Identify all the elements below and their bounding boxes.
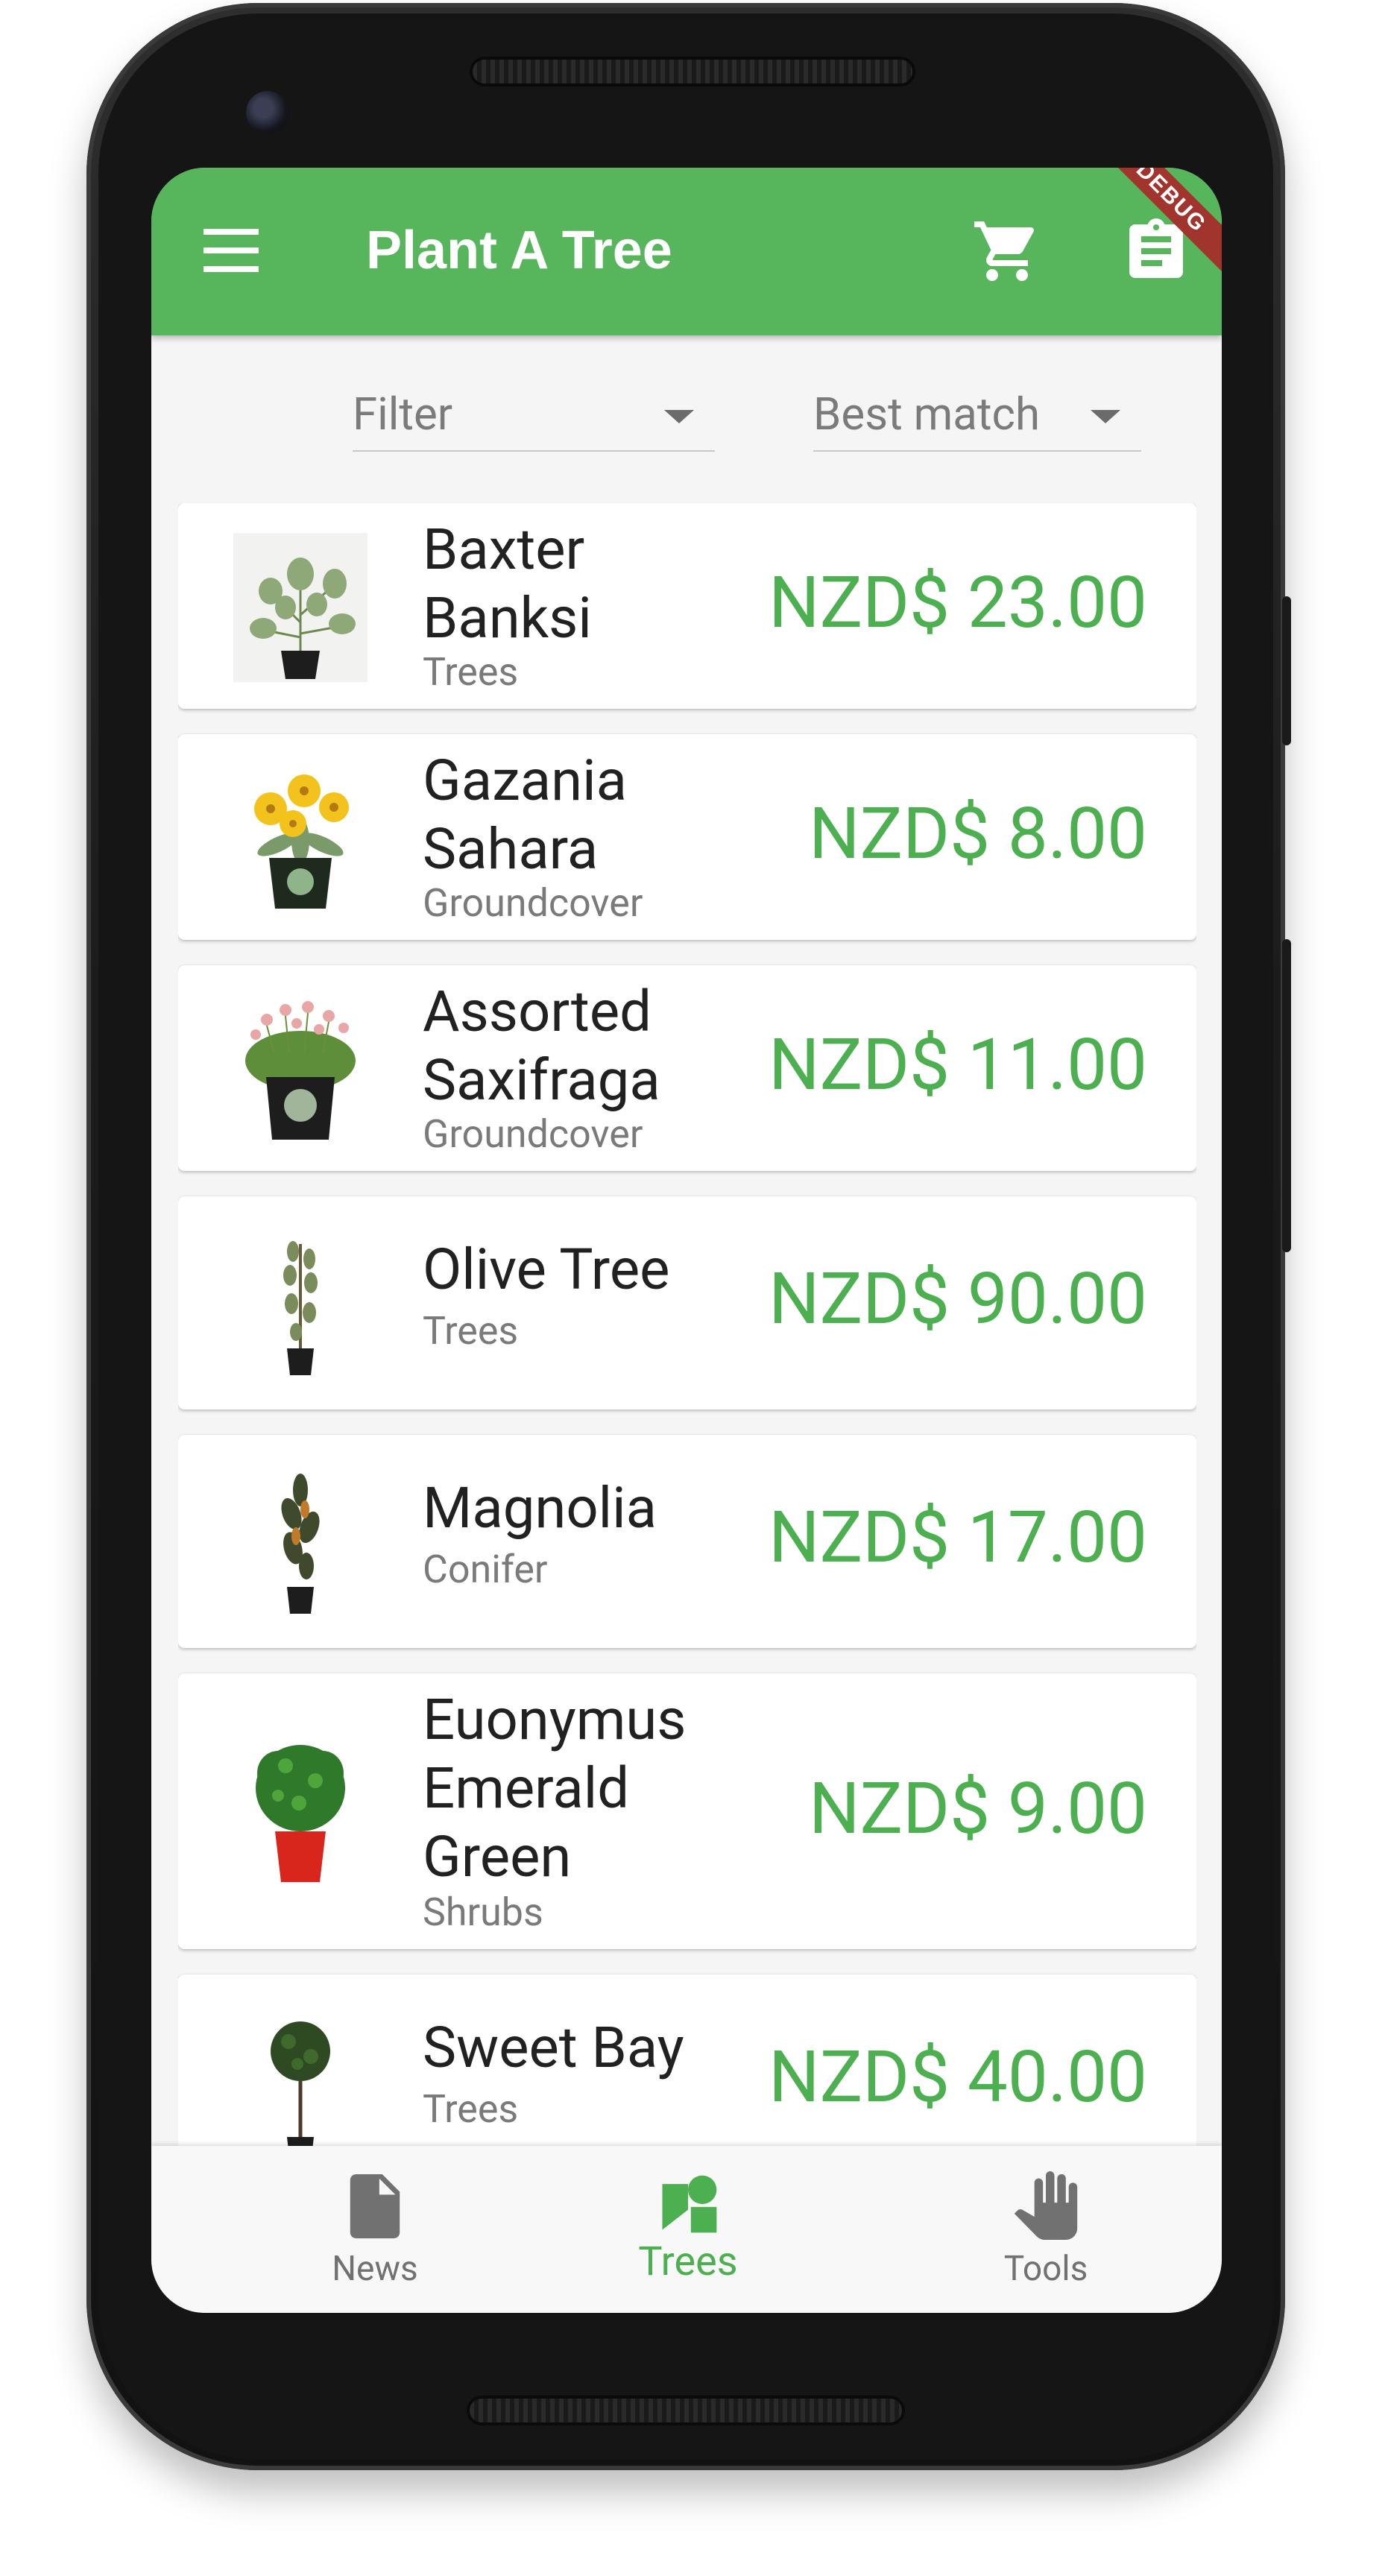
nav-news-label: News <box>332 2249 418 2289</box>
plant-thumbnail <box>233 533 367 682</box>
shopping-cart-icon[interactable] <box>971 215 1043 287</box>
product-price: NZD$ 9.00 <box>809 1767 1147 1851</box>
product-card[interactable]: Euonymus Emerald Green Shrubs NZD$ 9.00 <box>178 1673 1196 1949</box>
product-name: Gazania Sahara <box>423 747 627 883</box>
app-bar: Plant A Tree DEBUG <box>151 168 1222 335</box>
dropdown-arrow-icon <box>1091 410 1120 423</box>
product-name: Magnolia <box>423 1474 657 1541</box>
product-category: Trees <box>423 1308 519 1354</box>
bottom-speaker <box>470 2399 902 2422</box>
nav-trees-label: Trees <box>638 2238 738 2285</box>
product-category: Groundcover <box>423 1111 643 1157</box>
sort-label: Best match <box>813 388 1041 441</box>
plant-thumbnail <box>271 2021 330 2146</box>
product-price: NZD$ 8.00 <box>809 792 1147 876</box>
nav-tools-label: Tools <box>1003 2249 1088 2289</box>
product-category: Conifer <box>423 1547 548 1592</box>
product-name: Assorted Saxifraga <box>423 978 660 1114</box>
product-card[interactable]: Baxter Banksi Trees NZD$ 23.00 <box>178 503 1196 709</box>
product-category: Shrubs <box>423 1890 543 1935</box>
product-card[interactable]: Magnolia Conifer NZD$ 17.00 <box>178 1435 1196 1648</box>
product-price: NZD$ 17.00 <box>769 1496 1147 1579</box>
nav-tools[interactable]: Tools <box>956 2146 1135 2313</box>
plant-thumbnail <box>281 1474 320 1614</box>
plant-thumbnail <box>256 1745 345 1882</box>
sort-dropdown[interactable]: Best match <box>813 379 1141 452</box>
product-price: NZD$ 11.00 <box>769 1023 1147 1107</box>
product-name: Euonymus Emerald Green <box>423 1686 687 1890</box>
menu-icon[interactable] <box>204 229 259 272</box>
product-category: Groundcover <box>423 880 643 926</box>
product-price: NZD$ 90.00 <box>769 1257 1147 1341</box>
product-card[interactable]: Sweet Bay Trees NZD$ 40.00 <box>178 1974 1196 2146</box>
product-name: Olive Tree <box>423 1236 670 1303</box>
product-category: Trees <box>423 2086 519 2132</box>
product-name: Sweet Bay <box>423 2014 684 2081</box>
document-icon <box>350 2174 400 2238</box>
earpiece-speaker <box>473 60 912 83</box>
product-card[interactable]: Assorted Saxifraga Groundcover NZD$ 11.00 <box>178 965 1196 1171</box>
category-shapes-icon <box>662 2175 717 2233</box>
hand-icon <box>1014 2171 1078 2240</box>
nav-news[interactable]: News <box>285 2146 464 2313</box>
front-camera <box>246 91 289 134</box>
volume-button <box>1282 939 1291 1252</box>
dropdown-arrow-icon <box>664 410 694 423</box>
product-price: NZD$ 23.00 <box>769 561 1147 645</box>
nav-trees[interactable]: Trees <box>599 2146 777 2313</box>
filter-dropdown[interactable]: Filter <box>353 379 715 452</box>
filter-label: Filter <box>353 388 453 441</box>
product-name: Baxter Banksi <box>423 516 592 651</box>
product-card[interactable]: Gazania Sahara Groundcover NZD$ 8.00 <box>178 734 1196 940</box>
product-card[interactable]: Olive Tree Trees NZD$ 90.00 <box>178 1196 1196 1409</box>
power-button <box>1282 596 1291 745</box>
plant-thumbnail <box>283 1241 318 1375</box>
plant-thumbnail <box>245 1001 356 1140</box>
app-screen: Plant A Tree DEBUG Filter Best match Bax… <box>151 168 1222 2313</box>
bottom-navigation: News Trees Tools <box>151 2146 1222 2313</box>
plant-thumbnail <box>254 774 349 909</box>
product-category: Trees <box>423 649 519 695</box>
app-title: Plant A Tree <box>366 221 672 280</box>
product-price: NZD$ 40.00 <box>769 2036 1147 2119</box>
product-list[interactable]: Baxter Banksi Trees NZD$ 23.00 Gazania Sah… <box>178 503 1196 2146</box>
